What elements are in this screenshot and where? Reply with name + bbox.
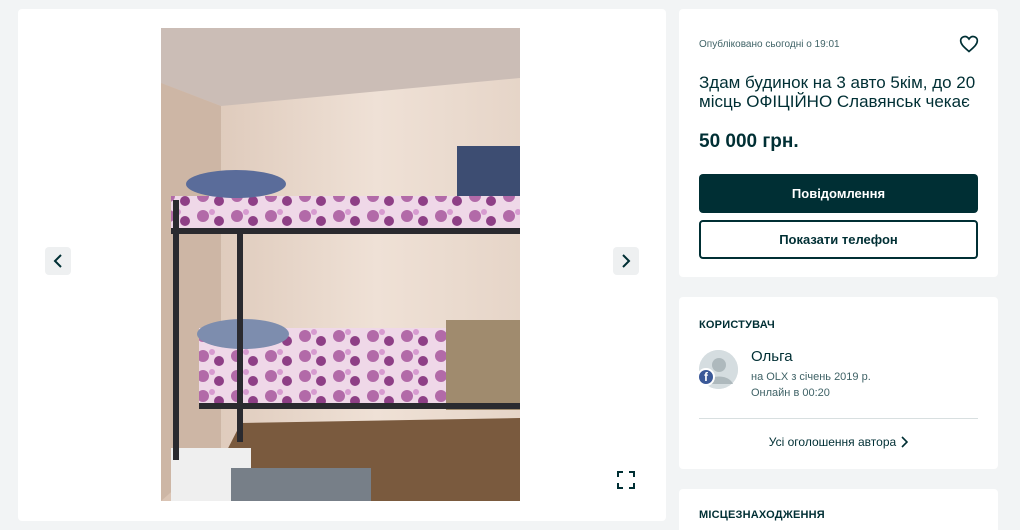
divider xyxy=(699,418,978,419)
listing-title: Здам будинок на 3 авто 5кім, до 20 місць… xyxy=(699,73,976,111)
listing-photo[interactable] xyxy=(161,28,520,501)
location-card: МІСЦЕЗНАХОДЖЕННЯ xyxy=(679,489,998,530)
gallery-prev-button[interactable] xyxy=(45,247,71,275)
listing-info-card: Опубліковано сьогодні о 19:01 Здам будин… xyxy=(679,9,998,277)
heart-icon xyxy=(959,35,979,53)
photo-gallery xyxy=(18,9,666,521)
all-user-ads-link[interactable]: Усі оголошення автора xyxy=(679,435,998,449)
chevron-left-icon xyxy=(53,254,62,268)
user-member-since: на OLX з січень 2019 р. xyxy=(751,371,871,383)
show-phone-button[interactable]: Показати телефон xyxy=(699,220,978,259)
user-section-title: КОРИСТУВАЧ xyxy=(699,319,775,331)
bunk-bed-photo xyxy=(161,28,520,501)
user-name[interactable]: Ольга xyxy=(751,348,793,365)
location-section-title: МІСЦЕЗНАХОДЖЕННЯ xyxy=(699,509,825,521)
listing-price: 50 000 грн. xyxy=(699,131,799,152)
expand-icon xyxy=(617,471,635,489)
facebook-icon: f xyxy=(697,368,715,386)
avatar[interactable]: f xyxy=(697,350,738,389)
chevron-right-icon xyxy=(622,254,631,268)
message-button[interactable]: Повідомлення xyxy=(699,174,978,213)
chevron-right-icon xyxy=(901,436,909,448)
all-user-ads-label: Усі оголошення автора xyxy=(768,435,897,449)
user-last-online: Онлайн в 00:20 xyxy=(751,387,830,399)
user-card: КОРИСТУВАЧ f Ольга на OLX з січень 2019 … xyxy=(679,297,998,469)
posted-date: Опубліковано сьогодні о 19:01 xyxy=(699,39,840,50)
favorite-button[interactable] xyxy=(959,34,979,54)
gallery-next-button[interactable] xyxy=(613,247,639,275)
fullscreen-button[interactable] xyxy=(614,468,638,492)
